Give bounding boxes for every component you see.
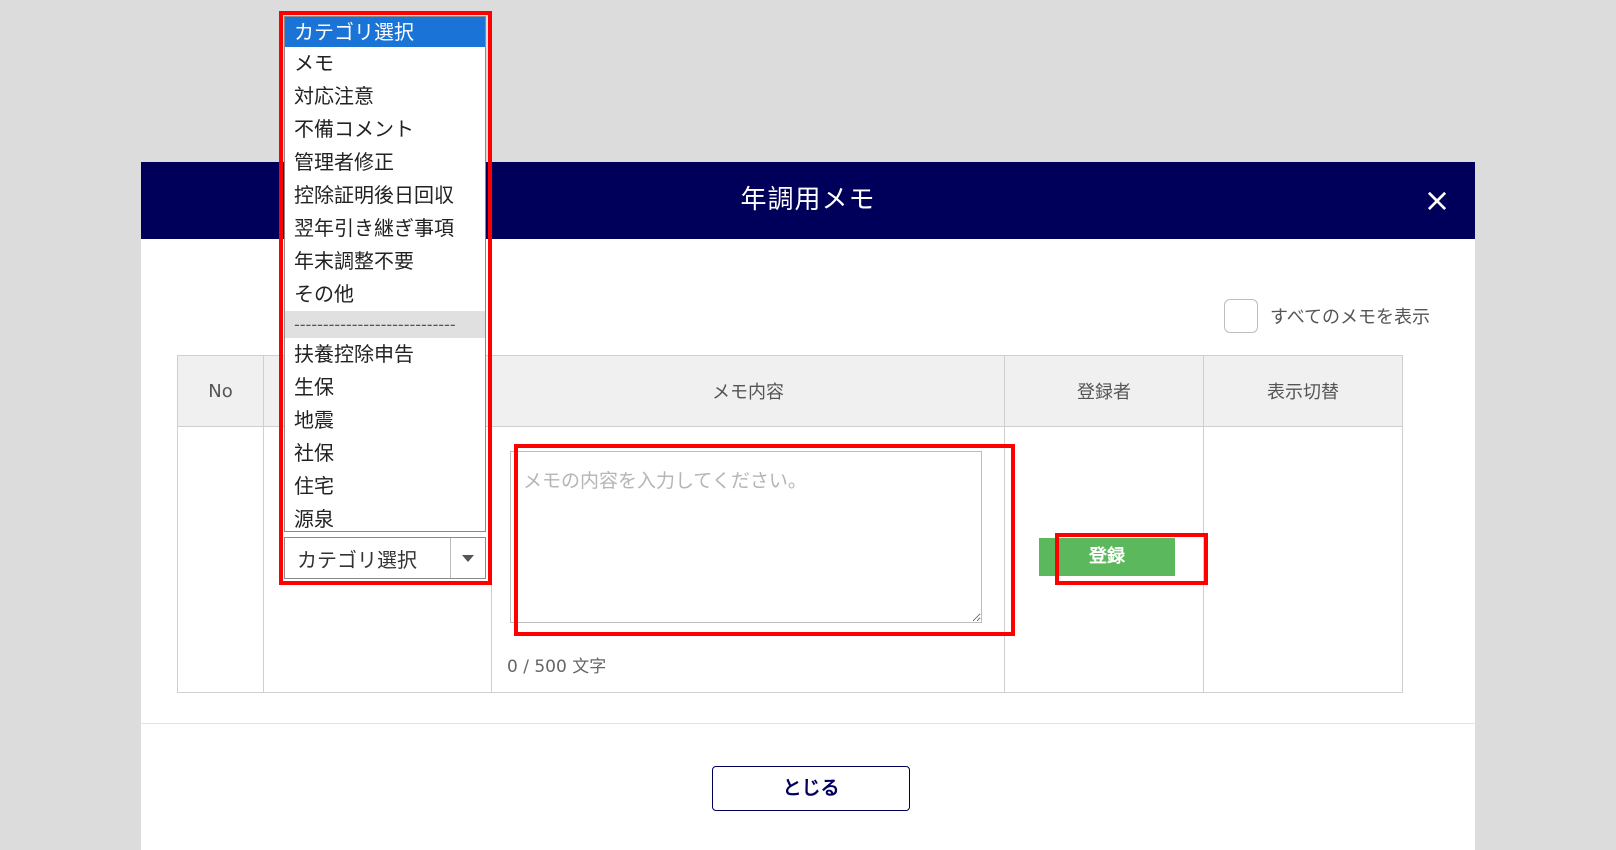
show-all-toggle[interactable]: すべてのメモを表示 bbox=[1224, 298, 1430, 334]
show-all-label: すべてのメモを表示 bbox=[1270, 307, 1431, 328]
category-select-value: カテゴリ選択 bbox=[297, 547, 417, 572]
category-select[interactable]: カテゴリ選択 bbox=[284, 537, 486, 579]
header-memo-content: メモ内容 bbox=[491, 355, 1005, 427]
cell-registrant: 登録 bbox=[1004, 426, 1204, 693]
close-button[interactable]: とじる bbox=[712, 766, 910, 811]
dropdown-option[interactable]: カテゴリ選択 bbox=[285, 17, 485, 47]
dropdown-option[interactable]: 住宅 bbox=[285, 470, 485, 503]
dropdown-separator: ---------------------------- bbox=[285, 311, 485, 338]
dropdown-option[interactable]: 翌年引き継ぎ事項 bbox=[285, 212, 485, 245]
dropdown-option[interactable]: 不備コメント bbox=[285, 113, 485, 146]
cell-display-toggle bbox=[1203, 426, 1403, 693]
dropdown-option[interactable]: 対応注意 bbox=[285, 80, 485, 113]
dropdown-option[interactable]: 扶養控除申告 bbox=[285, 338, 485, 371]
dropdown-option[interactable]: メモ bbox=[285, 47, 485, 80]
chevron-down-icon[interactable] bbox=[450, 538, 485, 578]
register-button[interactable]: 登録 bbox=[1039, 538, 1175, 576]
dropdown-option[interactable]: 管理者修正 bbox=[285, 146, 485, 179]
dropdown-option[interactable]: 年末調整不要 bbox=[285, 245, 485, 278]
dropdown-option[interactable]: 源泉 bbox=[285, 503, 485, 531]
dropdown-option[interactable]: その他 bbox=[285, 278, 485, 311]
show-all-checkbox[interactable] bbox=[1224, 299, 1258, 333]
header-no: No bbox=[177, 355, 264, 427]
dropdown-option[interactable]: 地震 bbox=[285, 404, 485, 437]
header-display-toggle: 表示切替 bbox=[1203, 355, 1403, 427]
category-dropdown-list[interactable]: カテゴリ選択 メモ 対応注意 不備コメント 管理者修正 控除証明後日回収 翌年引… bbox=[284, 16, 486, 532]
dropdown-option[interactable]: 生保 bbox=[285, 371, 485, 404]
close-icon[interactable]: × bbox=[1417, 180, 1457, 220]
memo-input[interactable] bbox=[510, 451, 982, 623]
dropdown-option[interactable]: 控除証明後日回収 bbox=[285, 179, 485, 212]
cell-no bbox=[177, 426, 264, 693]
char-count: 0 / 500 文字 bbox=[507, 657, 607, 677]
header-registrant: 登録者 bbox=[1004, 355, 1204, 427]
dropdown-option[interactable]: 社保 bbox=[285, 437, 485, 470]
footer-divider bbox=[141, 723, 1475, 724]
cell-memo-content: 0 / 500 文字 bbox=[491, 426, 1005, 693]
